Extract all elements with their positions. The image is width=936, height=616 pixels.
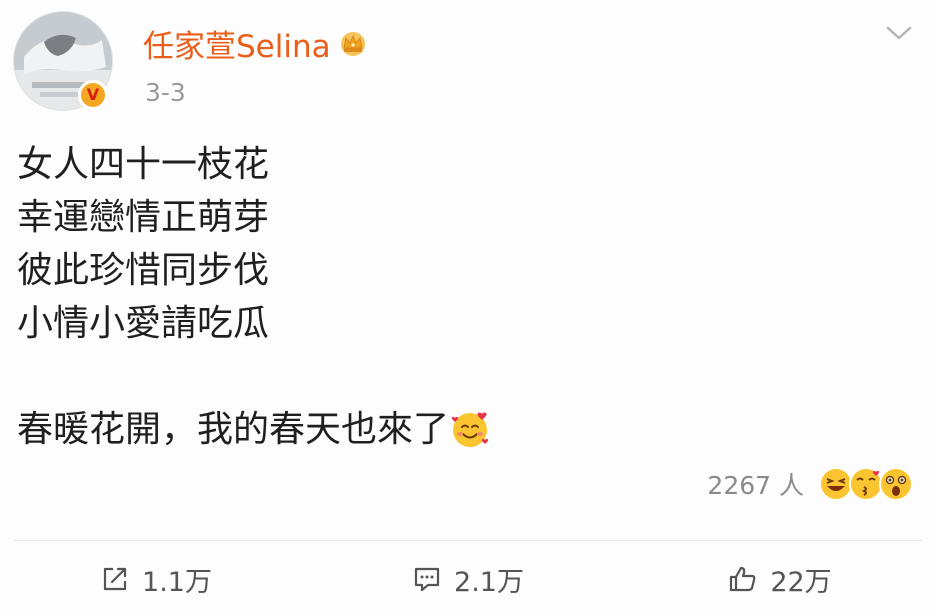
verified-badge: V (78, 80, 108, 110)
divider (14, 540, 922, 541)
post-line: 女人四十一枝花 (17, 144, 270, 185)
chevron-down-icon[interactable] (884, 22, 914, 44)
comment-count: 2.1万 (454, 566, 524, 598)
repost-button[interactable]: 1.1万 (0, 548, 312, 610)
comment-icon (414, 567, 440, 592)
like-count: 22万 (770, 566, 832, 598)
author-name[interactable]: 任家萱Selina (143, 21, 331, 66)
author-row: 任家萱Selina (143, 20, 369, 66)
post-closing-text: 春暖花開，我的春天也來了 (17, 409, 450, 450)
post-date: 3-3 (145, 78, 186, 107)
repost-count: 1.1万 (142, 566, 212, 598)
post-text: 女人四十一枝花 幸運戀情正萌芽 彼此珍惜同步伐 小情小愛請吃瓜 春暖花開，我的春… (17, 138, 491, 456)
crown-icon (340, 32, 365, 56)
post-closing-line: 春暖花開，我的春天也來了 (17, 403, 491, 456)
reaction-count: 2267 人 (707, 471, 804, 500)
thumbs-up-icon (730, 566, 756, 592)
post-line: 小情小愛請吃瓜 (17, 303, 270, 344)
smiling-face-with-hearts-emoji (451, 412, 489, 447)
surprised-face-icon (879, 467, 913, 501)
repost-icon (103, 567, 127, 591)
action-bar: 1.1万 2.1万 22万 (0, 548, 936, 610)
like-button[interactable]: 22万 (624, 548, 936, 610)
reaction-summary[interactable]: 2267 人 (707, 466, 914, 502)
weibo-post-card: V 任家萱Selina 3-3 女人四十一枝花 幸運戀情正萌芽 彼此珍惜同步伐 … (0, 0, 936, 616)
comment-button[interactable]: 2.1万 (312, 548, 624, 610)
post-line: 彼此珍惜同步伐 (17, 250, 270, 291)
post-line: 幸運戀情正萌芽 (17, 197, 270, 238)
